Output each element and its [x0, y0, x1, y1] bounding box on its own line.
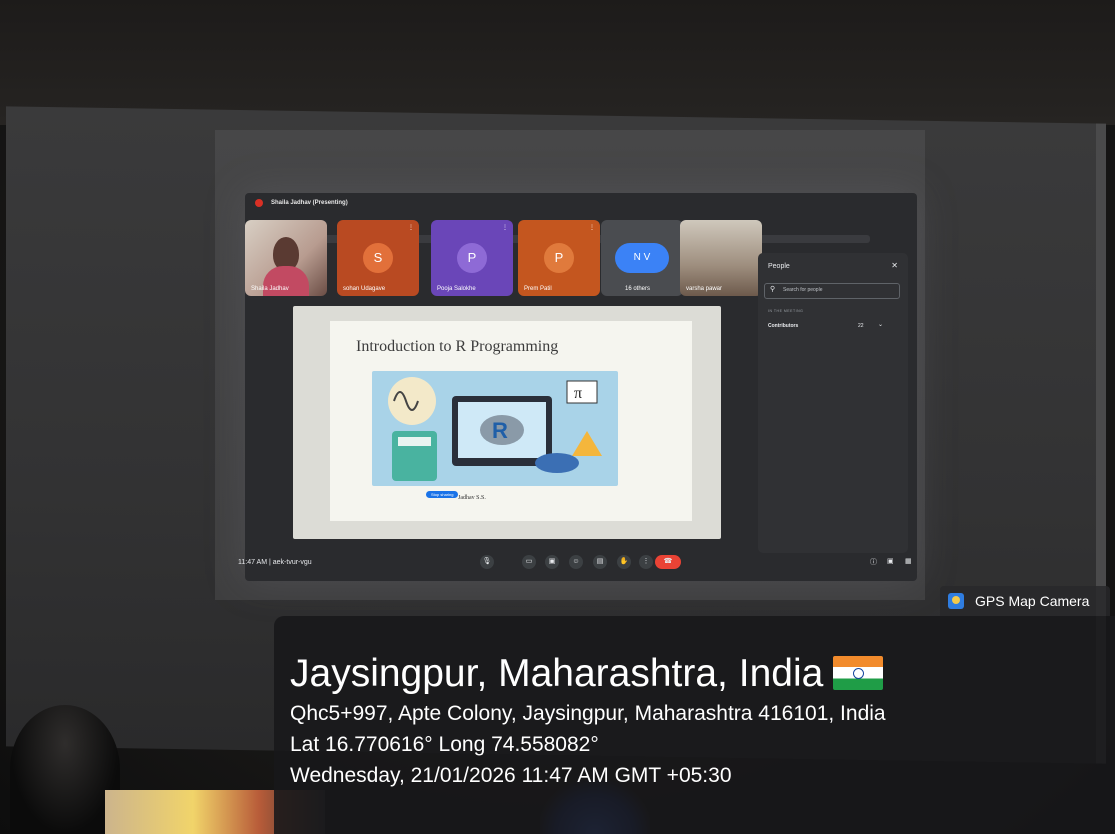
svg-text:R: R [492, 418, 508, 443]
participant-tile[interactable]: varsha pawar [680, 220, 762, 296]
participant-tile[interactable]: P ⋮ Prem Patil [518, 220, 600, 296]
avatar: S [363, 243, 393, 273]
google-meet-window: Shaila Jadhav (Presenting) Shaila Jadhav… [238, 193, 917, 581]
r-monitor-icon: R π [388, 377, 602, 481]
participant-tile[interactable]: P ⋮ Pooja Salokhe [431, 220, 513, 296]
slide-author: Jadhav S.S. [458, 495, 486, 501]
search-people-input[interactable]: ⚲ Search for people [764, 283, 900, 299]
slide-title: Introduction to R Programming [356, 338, 559, 355]
avatar: P [544, 243, 574, 273]
more-icon[interactable]: ⋮ [589, 224, 595, 231]
camera-icon[interactable]: ▭ [522, 555, 536, 569]
info-icon[interactable]: ⓘ [870, 557, 877, 567]
location-datetime: Wednesday, 21/01/2026 11:47 AM GMT +05:3… [290, 764, 732, 787]
search-placeholder: Search for people [783, 287, 823, 293]
avatar-group: N V [615, 243, 669, 273]
participant-tile[interactable]: Shaila Jadhav [245, 220, 327, 296]
contributors-count: 22 [858, 323, 864, 329]
more-icon[interactable]: ⋮ [502, 224, 508, 231]
participant-name: Prem Patil [524, 286, 552, 292]
section-label: IN THE MEETING [768, 309, 804, 313]
gps-app-label: GPS Map Camera [975, 593, 1090, 609]
participant-tile-others[interactable]: N V 16 others [601, 220, 683, 296]
india-flag-icon [833, 656, 884, 690]
presenting-indicator: Shaila Jadhav (Presenting) [255, 199, 348, 207]
chevron-down-icon[interactable]: ⌄ [878, 321, 883, 328]
present-icon[interactable]: ▤ [593, 555, 607, 569]
participant-tiles: Shaila Jadhav S ⋮ sohan Udagave P ⋮ Pooj… [245, 220, 765, 300]
contributors-group[interactable]: Contributors [768, 323, 798, 329]
more-icon[interactable]: ⋮ [408, 224, 414, 231]
ceiling [0, 0, 1115, 125]
mic-icon[interactable]: 🎙 [480, 555, 494, 569]
participant-name: sohan Udagave [343, 286, 386, 292]
gps-map-camera-icon [948, 593, 964, 609]
emoji-icon[interactable]: ☺ [569, 555, 583, 569]
search-icon: ⚲ [770, 286, 776, 293]
location-coordinates: Lat 16.770616° Long 74.558082° [290, 733, 599, 756]
meet-controls: 11:47 AM | aek-tvur-vgu 🎙 ▭ ▣ ☺ ▤ ✋ ⋮ ☎ … [238, 551, 917, 577]
participant-name: Pooja Salokhe [437, 286, 476, 292]
slide-illustration: R π [372, 371, 618, 486]
location-title: Jaysingpur, Maharashtra, India [290, 652, 884, 696]
people-panel-title: People [768, 263, 790, 270]
activities-icon[interactable]: ▦ [905, 557, 912, 565]
participant-tile[interactable]: S ⋮ sohan Udagave [337, 220, 419, 296]
end-call-button[interactable]: ☎ [655, 555, 681, 569]
captions-icon[interactable]: ▣ [545, 555, 559, 569]
close-icon[interactable]: ✕ [891, 261, 898, 270]
presenter-label: Shaila Jadhav (Presenting) [271, 200, 348, 206]
presentation-slide: Introduction to R Programming R π Stop s… [330, 321, 692, 521]
location-place: Jaysingpur, Maharashtra, India [290, 652, 824, 695]
geotag-panel: Jaysingpur, Maharashtra, India Qhc5+997,… [274, 616, 1115, 834]
svg-text:π: π [574, 385, 582, 402]
location-address: Qhc5+997, Apte Colony, Jaysingpur, Mahar… [290, 702, 886, 725]
avatar: P [457, 243, 487, 273]
meeting-time-code: 11:47 AM | aek-tvur-vgu [238, 559, 312, 566]
participant-name: Shaila Jadhav [251, 286, 289, 292]
audience-head [10, 705, 120, 834]
participant-name: varsha pawar [686, 286, 723, 292]
raise-hand-icon[interactable]: ✋ [617, 555, 631, 569]
stop-sharing-button[interactable]: Stop sharing [426, 491, 459, 498]
people-panel: People ✕ ⚲ Search for people IN THE MEET… [758, 253, 908, 553]
gps-app-badge: GPS Map Camera [940, 586, 1110, 616]
presenting-icon [255, 199, 263, 207]
participant-name: 16 others [625, 286, 651, 292]
shared-screen: Introduction to R Programming R π Stop s… [293, 306, 721, 539]
chat-icon[interactable]: ▣ [887, 557, 894, 565]
more-options-icon[interactable]: ⋮ [639, 555, 653, 569]
